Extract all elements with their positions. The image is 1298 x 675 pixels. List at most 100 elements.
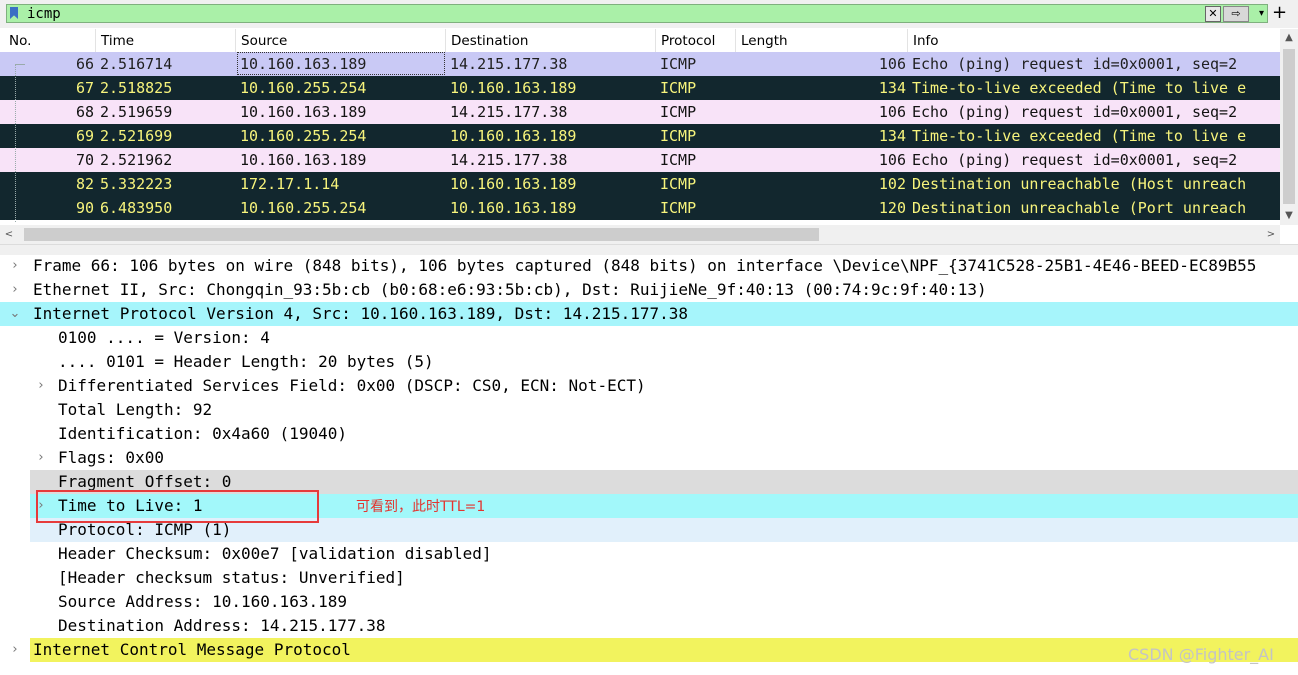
scroll-down-icon[interactable]: ▼ [1280,207,1298,225]
packet-protocol: ICMP [660,151,697,169]
packet-time: 2.521962 [100,151,173,169]
packet-list-horizontal-scrollbar[interactable]: < > [0,225,1280,244]
tree-item-label: Total Length: 92 [58,400,213,419]
packet-source: 10.160.255.254 [240,127,367,145]
tree-item-label: .... 0101 = Header Length: 20 bytes (5) [58,352,434,371]
tree-item-label: Internet Protocol Version 4, Src: 10.160… [33,304,689,323]
apply-filter-icon[interactable]: ⇨ [1223,6,1249,22]
tree-item-label: Differentiated Services Field: 0x00 (DSC… [58,376,646,395]
packet-length: 134 [878,79,906,97]
packet-list: 66 2.516714 10.160.163.189 14.215.177.38… [0,52,1280,224]
display-filter-input[interactable]: icmp ✕ ⇨ ▾ [6,4,1268,23]
tree-item-label: Identification: 0x4a60 (19040) [58,424,347,443]
scroll-left-icon[interactable]: < [0,225,18,244]
packet-time: 2.516714 [100,55,173,73]
packet-details-tree: › Frame 66: 106 bytes on wire (848 bits)… [0,254,1298,675]
column-header-length[interactable]: Length [736,29,908,52]
add-filter-button[interactable]: + [1272,2,1287,24]
packet-destination: 10.160.163.189 [450,199,577,217]
packet-length: 120 [878,199,906,217]
ttl-annotation-box [36,490,319,523]
expand-chevron-icon[interactable]: › [8,254,22,278]
packet-time: 2.521699 [100,127,173,145]
packet-row[interactable]: 70 2.521962 10.160.163.189 14.215.177.38… [0,148,1280,172]
packet-protocol: ICMP [660,55,697,73]
related-packet-tick [15,64,25,65]
column-header-destination[interactable]: Destination [446,29,656,52]
scroll-right-icon[interactable]: > [1262,225,1280,244]
packet-length: 106 [878,55,906,73]
tree-item-version[interactable]: 0100 .... = Version: 4 [0,326,1298,350]
packet-protocol: ICMP [660,103,697,121]
tree-item-checksum-status[interactable]: [Header checksum status: Unverified] [0,566,1298,590]
related-packet-indicator [15,64,17,222]
tree-item-label: Flags: 0x00 [58,448,164,467]
watermark: CSDN @Fighter_AI [1128,645,1274,664]
packet-source: 10.160.163.189 [240,103,367,121]
packet-row[interactable]: 67 2.518825 10.160.255.254 10.160.163.18… [0,76,1280,100]
bookmark-icon[interactable] [10,7,18,19]
expand-chevron-icon[interactable]: › [8,638,22,662]
packet-row[interactable]: 69 2.521699 10.160.255.254 10.160.163.18… [0,124,1280,148]
tree-item-source-address[interactable]: Source Address: 10.160.163.189 [0,590,1298,614]
packet-time: 6.483950 [100,199,173,217]
tree-item-header-checksum[interactable]: Header Checksum: 0x00e7 [validation disa… [0,542,1298,566]
expand-chevron-icon[interactable]: › [34,374,48,398]
tree-item-ipv4[interactable]: ⌄ Internet Protocol Version 4, Src: 10.1… [0,302,1298,326]
column-header-info[interactable]: Info [908,29,1280,52]
packet-protocol: ICMP [660,79,697,97]
scroll-thumb[interactable] [24,228,819,241]
packet-time: 2.519659 [100,103,173,121]
packet-row[interactable]: 90 6.483950 10.160.255.254 10.160.163.18… [0,196,1280,220]
tree-item-flags[interactable]: › Flags: 0x00 [0,446,1298,470]
packet-list-header: No. Time Source Destination Protocol Len… [0,29,1298,53]
packet-info: Time-to-live exceeded (Time to live e [912,127,1247,145]
packet-source: 10.160.255.254 [240,79,367,97]
packet-source: 10.160.255.254 [240,199,367,217]
packet-row[interactable]: 68 2.519659 10.160.163.189 14.215.177.38… [0,100,1280,124]
packet-row[interactable]: 82 5.332223 172.17.1.14 10.160.163.189 I… [0,172,1280,196]
packet-time: 2.518825 [100,79,173,97]
tree-item-total-length[interactable]: Total Length: 92 [0,398,1298,422]
tree-item-icmp[interactable]: › Internet Control Message Protocol [0,638,1298,662]
packet-info: Echo (ping) request id=0x0001, seq=2 [912,103,1238,121]
column-header-source[interactable]: Source [236,29,446,52]
collapse-chevron-icon[interactable]: ⌄ [8,302,22,326]
tree-item-frame[interactable]: › Frame 66: 106 bytes on wire (848 bits)… [0,254,1298,278]
column-header-no[interactable]: No. [4,29,96,52]
column-header-protocol[interactable]: Protocol [656,29,736,52]
scroll-thumb[interactable] [1283,49,1295,204]
clear-filter-icon[interactable]: ✕ [1205,6,1221,22]
tree-item-label: Ethernet II, Src: Chongqin_93:5b:cb (b0:… [33,280,987,299]
tree-item-label: [Header checksum status: Unverified] [58,568,405,587]
packet-row[interactable]: 66 2.516714 10.160.163.189 14.215.177.38… [0,52,1280,76]
ttl-annotation-note: 可看到，此时TTL=1 [356,499,486,515]
packet-protocol: ICMP [660,127,697,145]
packet-info: Echo (ping) request id=0x0001, seq=2 [912,55,1238,73]
packet-destination: 10.160.163.189 [450,175,577,193]
packet-source: 10.160.163.189 [240,151,367,169]
tree-item-ethernet[interactable]: › Ethernet II, Src: Chongqin_93:5b:cb (b… [0,278,1298,302]
packet-time: 5.332223 [100,175,173,193]
packet-length: 106 [878,103,906,121]
packet-destination: 14.215.177.38 [450,151,568,169]
tree-item-destination-address[interactable]: Destination Address: 14.215.177.38 [0,614,1298,638]
scroll-up-icon[interactable]: ▲ [1280,29,1298,47]
packet-protocol: ICMP [660,199,697,217]
tree-item-label: Internet Control Message Protocol [33,640,351,659]
packet-info: Destination unreachable (Host unreach [912,175,1247,193]
expand-chevron-icon[interactable]: › [8,278,22,302]
packet-destination: 14.215.177.38 [450,55,568,73]
tree-item-header-length[interactable]: .... 0101 = Header Length: 20 bytes (5) [0,350,1298,374]
filter-history-dropdown-icon[interactable]: ▾ [1259,5,1264,23]
packet-length: 106 [878,151,906,169]
tree-item-identification[interactable]: Identification: 0x4a60 (19040) [0,422,1298,446]
packet-list-vertical-scrollbar[interactable]: ▲ ▼ [1280,29,1298,225]
expand-chevron-icon[interactable]: › [34,446,48,470]
display-filter-text[interactable]: icmp [27,5,61,23]
packet-destination: 10.160.163.189 [450,127,577,145]
tree-item-label: Destination Address: 14.215.177.38 [58,616,386,635]
tree-item-dsfield[interactable]: › Differentiated Services Field: 0x00 (D… [0,374,1298,398]
packet-info: Destination unreachable (Port unreach [912,199,1247,217]
column-header-time[interactable]: Time [96,29,236,52]
